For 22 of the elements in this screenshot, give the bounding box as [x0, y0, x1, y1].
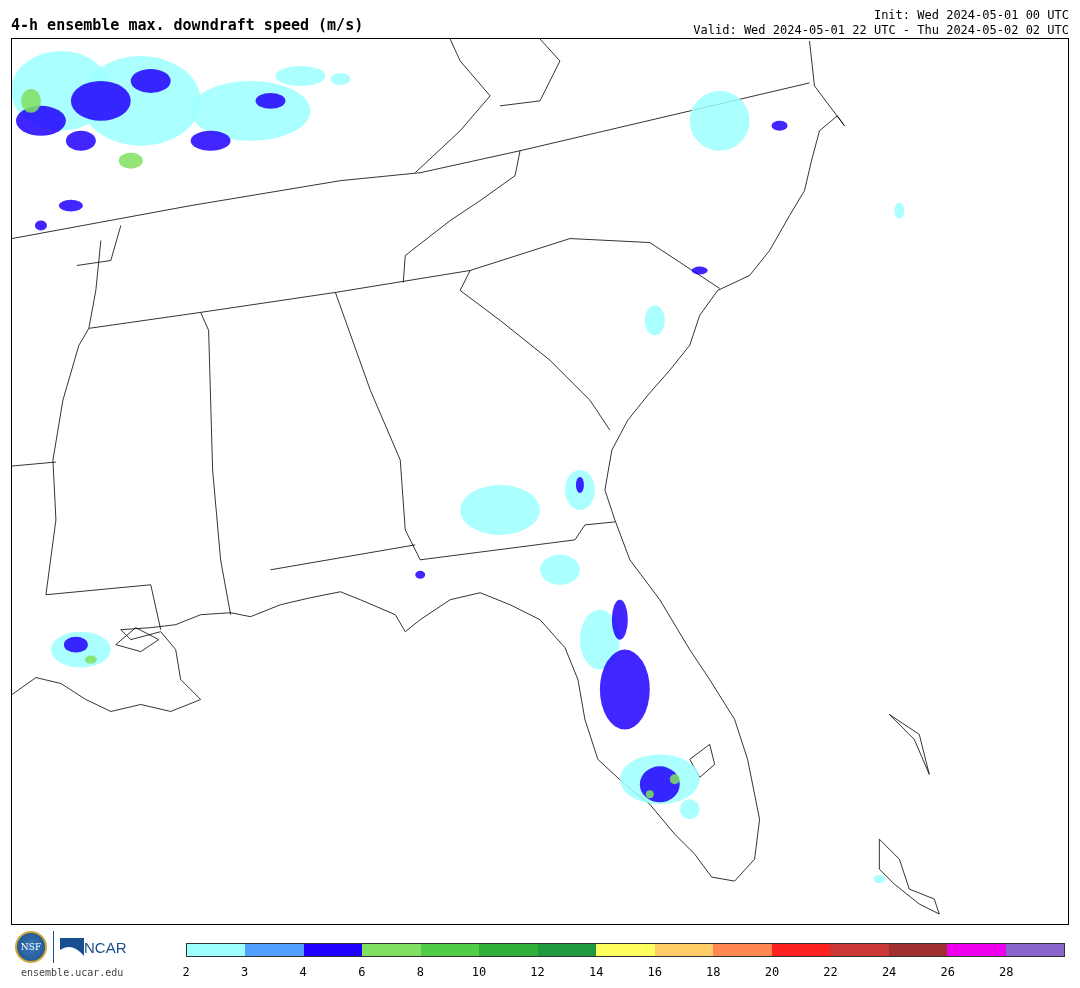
- valid-time: Valid: Wed 2024-05-01 22 UTC - Thu 2024-05-02 02 UTC: [693, 23, 1069, 38]
- colorbar-label: 2: [182, 965, 190, 979]
- website-url: ensemble.ucar.edu: [20, 967, 124, 978]
- colorbar-label: 14: [588, 965, 604, 979]
- ncar-logo: NCAR: [84, 938, 127, 956]
- colorbar-label: 28: [999, 965, 1014, 979]
- init-time: Init: Wed 2024-05-01 00 UTC: [873, 8, 1069, 23]
- colorbar-label: 12: [530, 965, 545, 979]
- colorbar-label: 3: [241, 965, 249, 979]
- ncar-logo-icon: [60, 938, 84, 956]
- colorbar-label: 8: [416, 965, 424, 979]
- colorbar-label: 18: [706, 965, 721, 979]
- colorbar-label: 20: [764, 965, 780, 979]
- nsf-logo: NSF: [15, 931, 47, 963]
- colorbar-label: 26: [940, 965, 955, 979]
- colorbar-label: 4: [299, 965, 307, 979]
- colorbar-label: 22: [823, 965, 838, 979]
- colorbar-label: 10: [471, 965, 487, 979]
- colorbar-label: 16: [647, 965, 662, 979]
- colorbar-label: 6: [358, 965, 366, 979]
- chart-title: 4-h ensemble max. downdraft speed (m/s): [11, 16, 364, 36]
- colorbar-label: 24: [881, 965, 897, 979]
